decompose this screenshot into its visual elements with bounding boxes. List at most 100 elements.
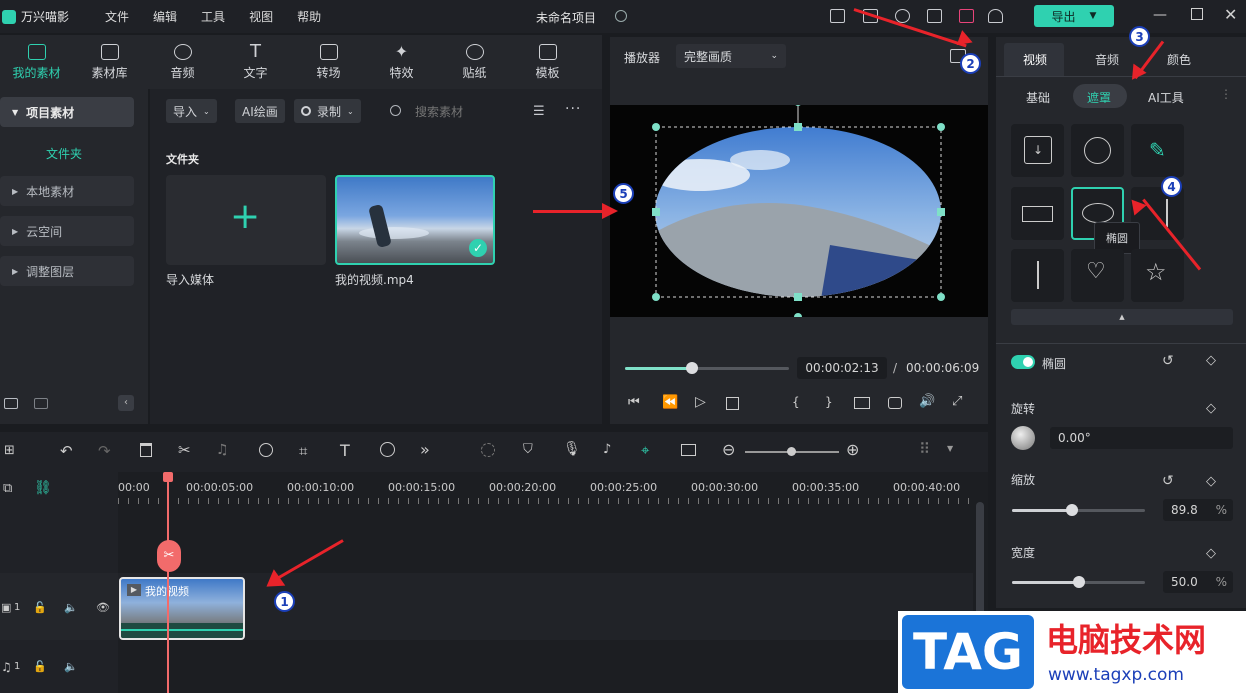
resize-handle[interactable] <box>794 123 802 131</box>
mic-icon[interactable]: 🎙 <box>563 441 581 457</box>
tab-sticker[interactable]: 贴纸 <box>438 35 511 89</box>
sidebar-item-local[interactable]: ▶ 本地素材 <box>0 176 134 206</box>
mask-pen-shape[interactable]: ✎ <box>1131 124 1184 177</box>
zoom-in-icon[interactable]: ⊕ <box>846 440 859 459</box>
prev-frame-icon[interactable]: ⏮ <box>628 395 640 410</box>
scale-slider[interactable] <box>1012 504 1145 516</box>
mute-icon[interactable]: 🔈 <box>64 660 78 673</box>
scale-knob[interactable] <box>1066 504 1078 516</box>
rotation-input[interactable]: 0.00° <box>1050 427 1233 449</box>
mask-none-shape[interactable] <box>1071 124 1124 177</box>
tab-template[interactable]: 模板 <box>511 35 584 89</box>
menu-help[interactable]: 帮助 <box>297 8 321 25</box>
subtab-basic[interactable]: 基础 <box>1026 89 1050 106</box>
more-icon[interactable]: ··· <box>565 101 581 117</box>
import-media-tile[interactable]: + <box>166 175 326 265</box>
search-input[interactable] <box>415 105 515 119</box>
tab-color[interactable]: 颜色 <box>1167 51 1191 68</box>
mute-icon[interactable]: 🔈 <box>64 601 78 614</box>
text-tool-icon[interactable]: T <box>340 441 350 460</box>
keyframe-icon[interactable]: ◇ <box>1206 401 1216 416</box>
zoom-out-icon[interactable]: ⊖ <box>722 440 735 459</box>
resize-handle[interactable] <box>652 208 660 216</box>
subtab-mask[interactable]: 遮罩 <box>1087 89 1111 106</box>
mark-in-icon[interactable]: { <box>792 395 800 409</box>
tab-video[interactable]: 视频 <box>1023 51 1047 68</box>
resize-handle[interactable] <box>652 293 660 301</box>
reset-icon[interactable]: ↺ <box>1162 473 1174 489</box>
chevron-down-icon[interactable]: ▼ <box>947 444 953 453</box>
sidebar-item-project-media[interactable]: ▼ 项目素材 <box>0 97 134 127</box>
link-icon[interactable]: ⛓ <box>34 480 52 496</box>
lock-icon[interactable]: 🔓 <box>33 660 47 673</box>
sidebar-folder[interactable]: 文件夹 <box>46 145 82 162</box>
playhead-line[interactable] <box>167 474 169 693</box>
ai-draw-button[interactable]: AI绘画 <box>235 99 285 123</box>
user-icon[interactable] <box>988 9 1003 23</box>
tab-my-media[interactable]: 我的素材 <box>0 35 73 89</box>
subtab-ai-tools[interactable]: AI工具 <box>1148 89 1184 106</box>
fullscreen-icon[interactable]: ⤢ <box>952 394 962 409</box>
reset-icon[interactable]: ↺ <box>1162 353 1174 369</box>
minimize-icon[interactable]: — <box>1153 7 1167 23</box>
speed-icon[interactable] <box>259 443 273 457</box>
layout-icon[interactable] <box>830 9 845 23</box>
audio-stretch-icon[interactable] <box>380 442 395 457</box>
tab-text[interactable]: T 文字 <box>219 35 292 89</box>
stop-icon[interactable] <box>726 397 739 410</box>
resize-handle[interactable] <box>794 293 802 301</box>
render-icon[interactable] <box>481 443 495 457</box>
more-vertical-icon[interactable]: ⋮ <box>1220 87 1232 101</box>
mask-heart-shape[interactable]: ♡ <box>1071 249 1124 302</box>
mask-vline-shape[interactable] <box>1011 249 1064 302</box>
add-track-icon[interactable]: ⧉ <box>3 481 12 496</box>
crop-icon[interactable]: ⌗ <box>299 442 307 460</box>
keyframe-icon[interactable]: ◇ <box>1206 474 1216 489</box>
resize-handle[interactable] <box>937 293 945 301</box>
audio-detach-icon[interactable]: ♫ <box>216 442 229 458</box>
zoom-knob[interactable] <box>787 447 796 456</box>
tab-audio[interactable]: 音频 <box>1095 51 1119 68</box>
cloud-icon[interactable] <box>895 9 910 23</box>
video-clip[interactable]: ▶ 我的视频 <box>119 577 245 640</box>
mask-toggle[interactable] <box>1011 355 1035 369</box>
export-button[interactable]: 导出 ▼ <box>1034 5 1114 27</box>
grid-icon[interactable]: ⊞ <box>4 443 15 458</box>
tab-effects[interactable]: ✦ 特效 <box>365 35 438 89</box>
sidebar-item-adjust-layer[interactable]: ▶ 调整图层 <box>0 256 134 286</box>
new-folder-icon[interactable] <box>4 398 18 409</box>
menu-file[interactable]: 文件 <box>105 8 129 25</box>
keyframe-icon[interactable]: ◇ <box>1206 546 1216 561</box>
audio-mix-icon[interactable]: ♪ <box>603 442 611 457</box>
rotation-dial[interactable] <box>1011 426 1035 450</box>
marker-icon[interactable]: ⛉ <box>523 442 533 457</box>
layout-grid-icon[interactable]: ⠿ <box>919 440 930 458</box>
playhead-knob[interactable] <box>686 362 698 374</box>
width-knob[interactable] <box>1073 576 1085 588</box>
scale-input[interactable]: 89.8% <box>1163 499 1233 521</box>
playhead-handle[interactable] <box>163 472 173 482</box>
snap-icon[interactable]: ⌖ <box>641 441 649 459</box>
display-icon[interactable] <box>854 397 870 409</box>
maximize-icon[interactable] <box>1191 8 1203 20</box>
menu-tools[interactable]: 工具 <box>201 8 225 25</box>
apps-icon[interactable] <box>927 9 942 23</box>
move-handle[interactable] <box>794 313 802 317</box>
menu-edit[interactable]: 编辑 <box>153 8 177 25</box>
split-scissors-icon[interactable]: ✂ <box>157 540 181 572</box>
snapshot-icon[interactable] <box>888 397 902 409</box>
play-icon[interactable]: ▷ <box>695 394 706 410</box>
sidebar-item-cloud[interactable]: ▶ 云空间 <box>0 216 134 246</box>
collapse-shapes-icon[interactable]: ▲ <box>1011 309 1233 325</box>
lock-icon[interactable]: 🔓 <box>33 601 47 614</box>
resize-handle[interactable] <box>937 123 945 131</box>
fit-icon[interactable] <box>681 444 696 456</box>
more-tools-icon[interactable]: » <box>420 440 430 459</box>
menu-view[interactable]: 视图 <box>249 8 273 25</box>
mask-star-shape[interactable]: ☆ <box>1131 249 1184 302</box>
zoom-slider[interactable] <box>745 447 839 456</box>
redo-icon[interactable]: ↷ <box>98 442 111 460</box>
collapse-sidebar-icon[interactable]: ‹ <box>118 395 134 411</box>
close-icon[interactable]: ✕ <box>1224 5 1237 24</box>
cart-icon[interactable] <box>959 9 974 23</box>
